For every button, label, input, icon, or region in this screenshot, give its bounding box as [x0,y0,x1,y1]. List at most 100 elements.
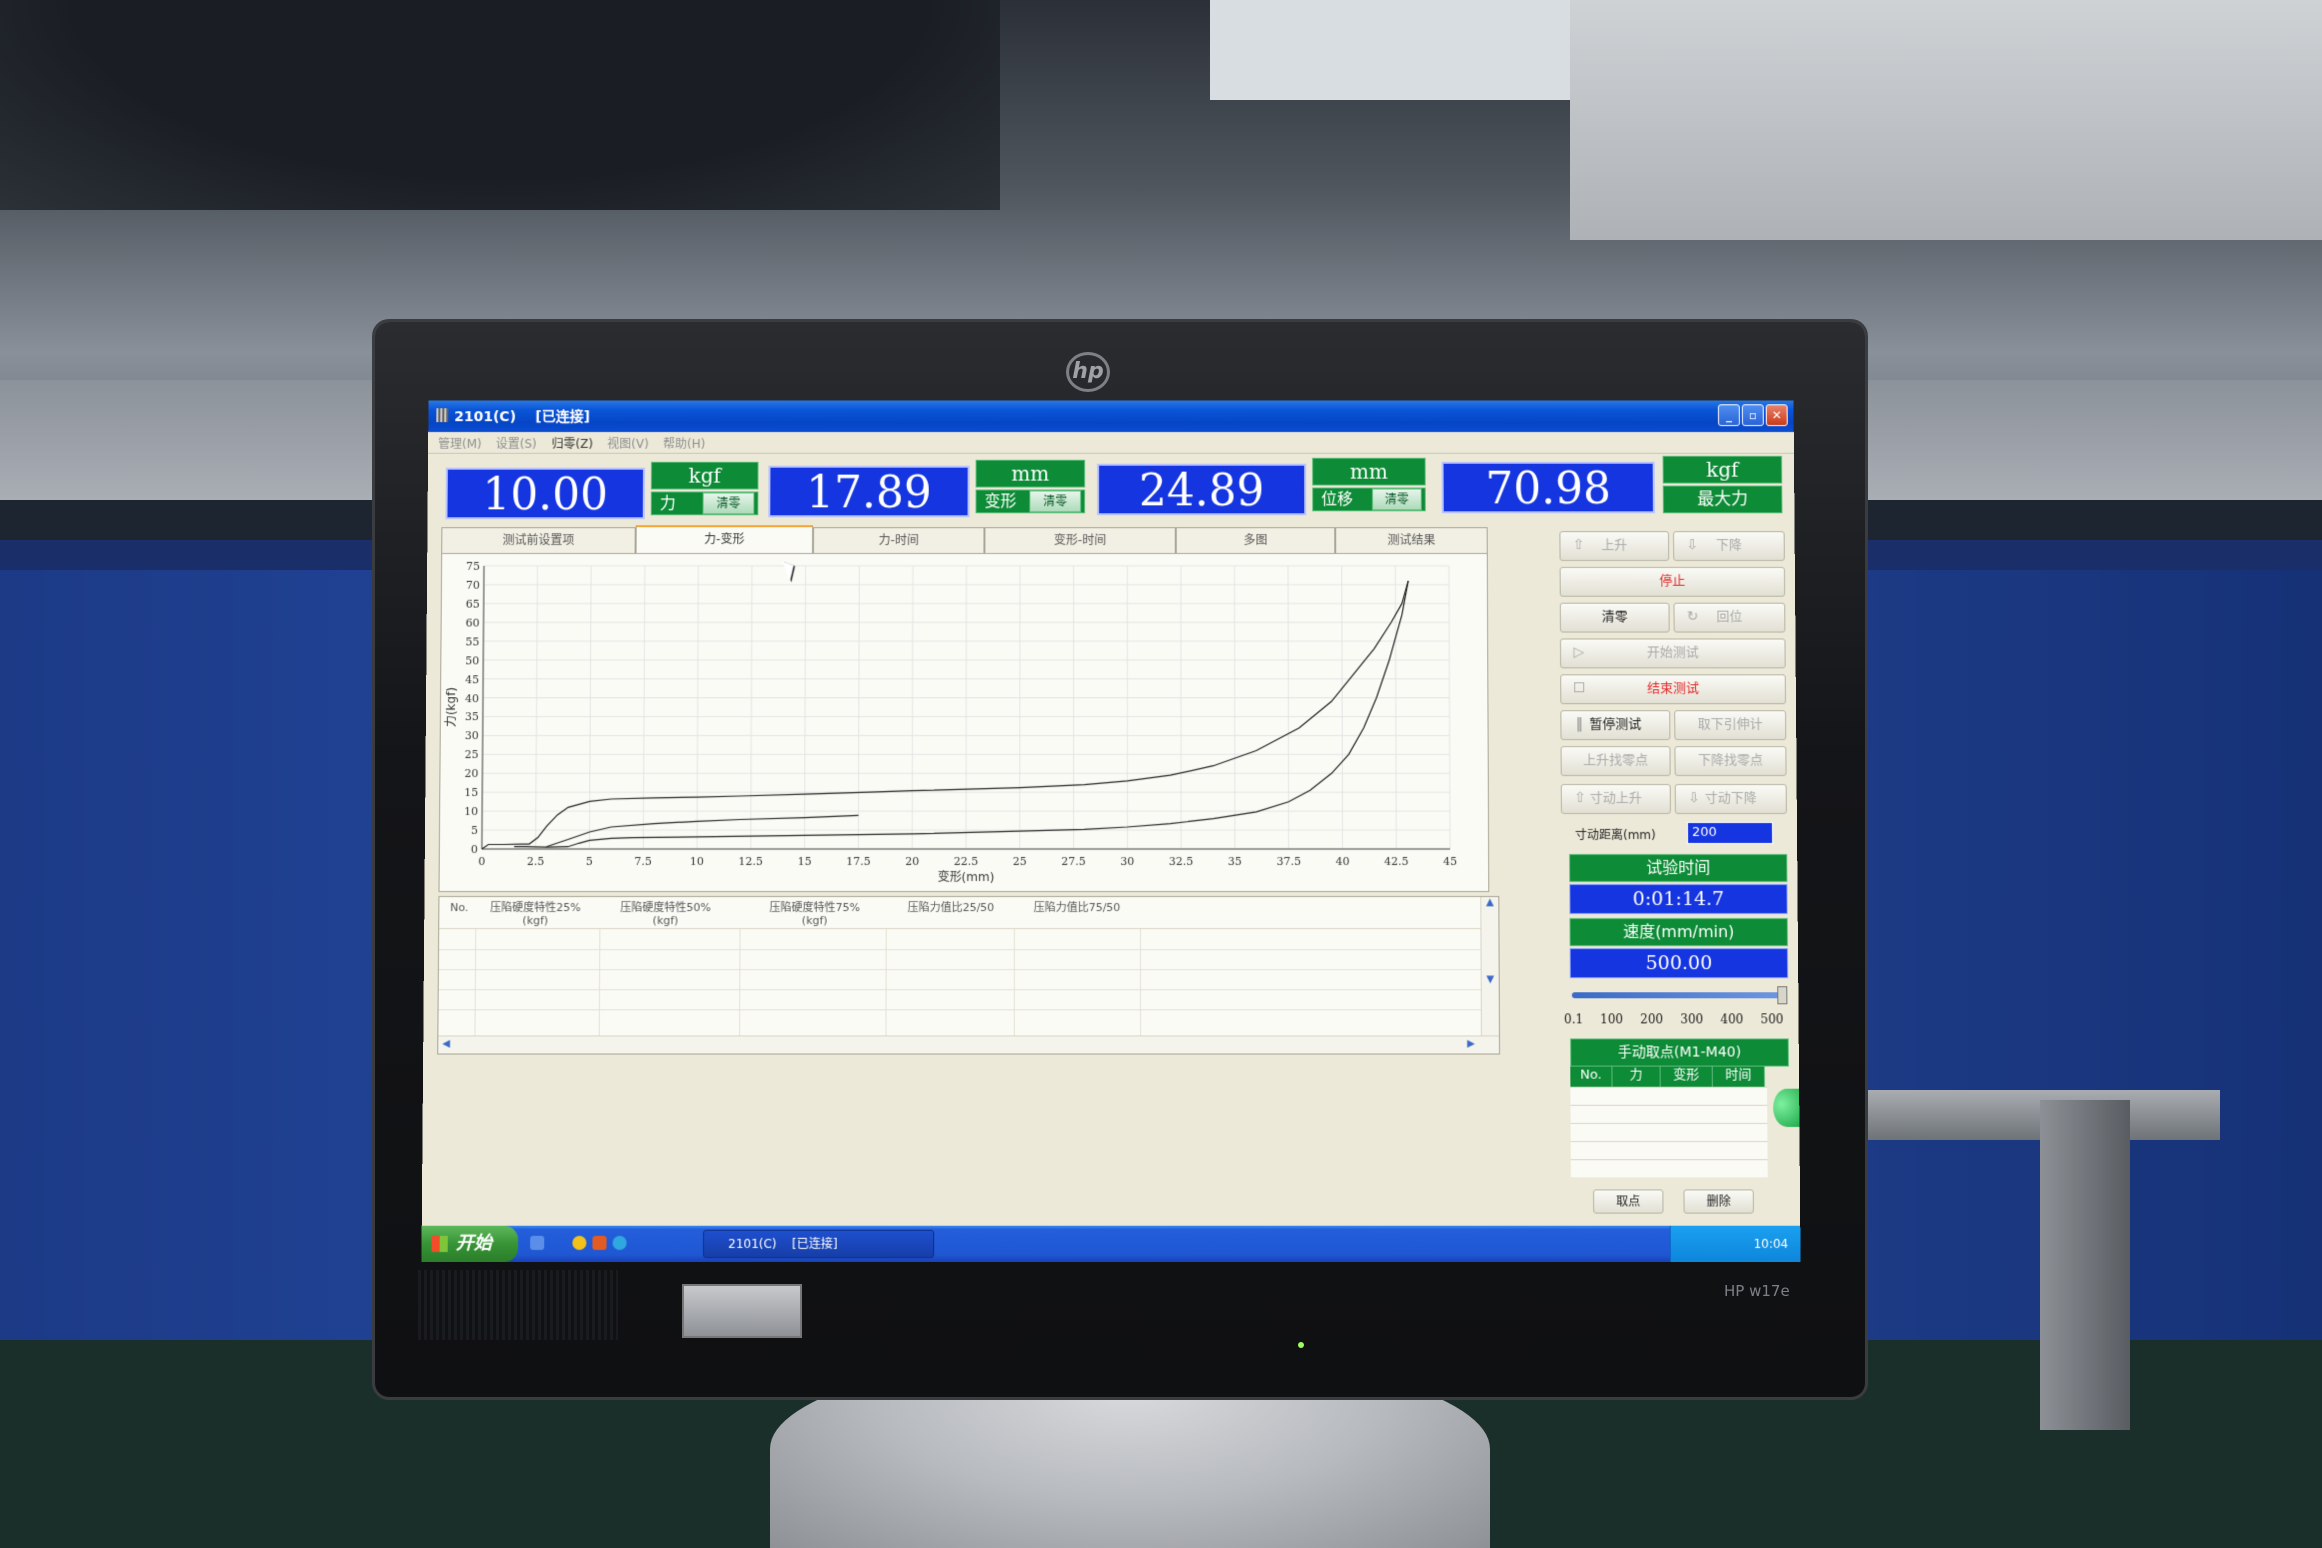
end-test-button[interactable]: ☐ 结束测试 [1560,674,1786,704]
y-tick-label: 60 [466,616,480,629]
y-tick-label: 10 [464,805,478,818]
menu-bar: 管理(M) 设置(S) 归零(Z) 视图(V) 帮助(H) [428,432,1794,454]
minimize-button[interactable]: _ [1718,404,1740,426]
grid-line-x [858,566,859,849]
force-readout: 10.00 [445,468,645,520]
col-ratio-25-50: 压陷力值比25/50 [892,901,1010,914]
menu-view[interactable]: 视图(V) [607,435,648,452]
y-tick-label: 25 [465,748,479,761]
tab-multi-chart[interactable]: 多图 [1176,527,1335,553]
speaker-grille [418,1270,618,1340]
down-find-zero-button[interactable]: 下降找零点 [1674,746,1786,776]
y-tick-label: 70 [466,579,480,592]
taskbar-app-button[interactable]: 2101(C) [已连接] [703,1230,934,1258]
results-horizontal-scrollbar[interactable]: ◀ ▶ [438,1035,1499,1053]
tab-force-deformation[interactable]: 力-变形 [636,525,814,553]
maximize-button[interactable]: ▫ [1742,404,1764,426]
max-force-label: 最大力 [1663,486,1783,514]
close-button[interactable]: ✕ [1766,404,1788,426]
speed-slider[interactable] [1572,992,1784,998]
start-button[interactable]: 开始 [421,1226,518,1262]
displacement-clear-button[interactable]: 清零 [1372,489,1422,511]
deformation-readout: 17.89 [768,466,969,518]
table-row [439,1009,1481,1010]
manual-points-grid [1570,1087,1767,1178]
speed-value: 500.00 [1570,948,1789,978]
speed-slider-thumb[interactable] [1777,986,1787,1004]
windows-flag-icon [432,1236,448,1252]
system-tray: 10:04 [1670,1226,1801,1262]
side-panel-tab[interactable] [1773,1089,1800,1127]
speed-scale-label: 400 [1720,1012,1743,1026]
results-vertical-scrollbar[interactable]: ▲ ▼ [1480,897,1499,1037]
grid-line-x [1395,566,1396,849]
col-indent-50: 压陷硬度特性50% (kgf) [605,901,725,927]
tab-test-results[interactable]: 测试结果 [1335,527,1488,553]
stop-button[interactable]: 停止 [1560,567,1786,597]
app-quick-icon[interactable] [592,1236,606,1250]
grid-line-x [643,566,645,849]
menu-help[interactable]: 帮助(H) [663,435,705,452]
x-tick-label: 22.5 [954,855,979,868]
menu-manage[interactable]: 管理(M) [438,435,482,452]
menu-zero[interactable]: 归零(Z) [552,435,594,452]
background-rail-post [2040,1100,2130,1430]
speed-scale-label: 0.1 [1564,1012,1583,1026]
jog-distance-input[interactable]: 200 [1687,822,1773,844]
x-tick-label: 5 [586,855,593,868]
tab-pre-test-settings[interactable]: 测试前设置项 [441,527,636,553]
col-indent-50-label: 压陷硬度特性50% [605,901,725,914]
jog-up-label: 寸动上升 [1590,791,1642,806]
manual-points-title: 手动取点(M1-M40) [1570,1038,1789,1066]
max-force-unit: kgf [1663,456,1783,484]
tab-force-time[interactable]: 力-时间 [813,527,984,553]
menu-settings[interactable]: 设置(S) [496,435,537,452]
col-ratio-25-50-label: 压陷力值比25/50 [892,901,1010,914]
x-tick-label: 20 [905,855,919,868]
jog-down-button[interactable]: ⇩ 寸动下降 [1675,784,1787,814]
pause-test-button[interactable]: ‖ 暂停测试 [1560,710,1670,740]
browser-icon[interactable] [613,1236,627,1250]
x-tick-labels: 0 2.5 5 7.5 10 12.5 15 17.5 20 22.5 25 27.5 30 32.5 35… [478,855,1457,868]
x-axis-label: 变形(mm) [938,869,995,884]
col-divider [1014,929,1015,1037]
speed-scale-label: 200 [1640,1012,1663,1026]
displacement-unit: mm [1312,458,1426,486]
scroll-left-arrow-icon[interactable]: ◀ [442,1038,450,1049]
force-clear-button[interactable]: 清零 [703,492,755,514]
jog-distance-label: 寸动距离(mm) [1575,826,1656,843]
desktop-icon[interactable] [530,1236,544,1250]
return-button[interactable]: ↻ 回位 [1673,603,1785,633]
table-row [439,969,1481,970]
jog-up-button[interactable]: ⇧ 寸动上升 [1561,784,1671,814]
take-point-button[interactable]: 取点 [1593,1189,1663,1213]
scroll-right-arrow-icon[interactable]: ▶ [1467,1038,1475,1049]
manual-col-force: 力 [1612,1067,1660,1087]
media-icon[interactable] [572,1236,586,1250]
start-label: 开始 [456,1233,492,1254]
tab-strip: 测试前设置项 力-变形 力-时间 变形-时间 多图 测试结果 [441,527,1488,553]
grid-line-x [1288,566,1289,849]
y-axis-label: 力(kgf) [444,687,458,727]
up-button[interactable]: ⇧ 上升 [1559,531,1669,561]
col-divider [885,929,886,1037]
delete-point-button[interactable]: 删除 [1683,1189,1753,1213]
y-tick-label: 65 [466,598,480,611]
up-find-zero-button[interactable]: 上升找零点 [1561,746,1671,776]
x-tick-label: 40 [1336,855,1350,868]
grid-line-x [912,566,913,849]
zero-button[interactable]: 清零 [1560,603,1670,633]
start-test-label: 开始测试 [1647,645,1699,660]
taskbar: 开始 2101(C) [已连接] 10:04 [421,1226,1800,1262]
photo-scene: hp HP w17e 2101(C) [已连接] _ ▫ ✕ 管理(M) 设置(… [0,0,2322,1548]
background-rail [1840,1090,2220,1140]
title-bar[interactable]: 2101(C) [已连接] _ ▫ ✕ [428,400,1794,432]
x-tick-label: 30 [1120,855,1134,868]
remove-extensometer-button[interactable]: 取下引伸计 [1674,710,1786,740]
start-test-button[interactable]: ▷ 开始测试 [1560,638,1786,668]
tab-deformation-time[interactable]: 变形-时间 [984,527,1175,553]
down-button[interactable]: ⇩ 下降 [1673,531,1785,561]
deformation-clear-button[interactable]: 清零 [1029,490,1081,512]
y-tick-label: 15 [464,786,478,799]
x-tick-label: 17.5 [846,855,871,868]
